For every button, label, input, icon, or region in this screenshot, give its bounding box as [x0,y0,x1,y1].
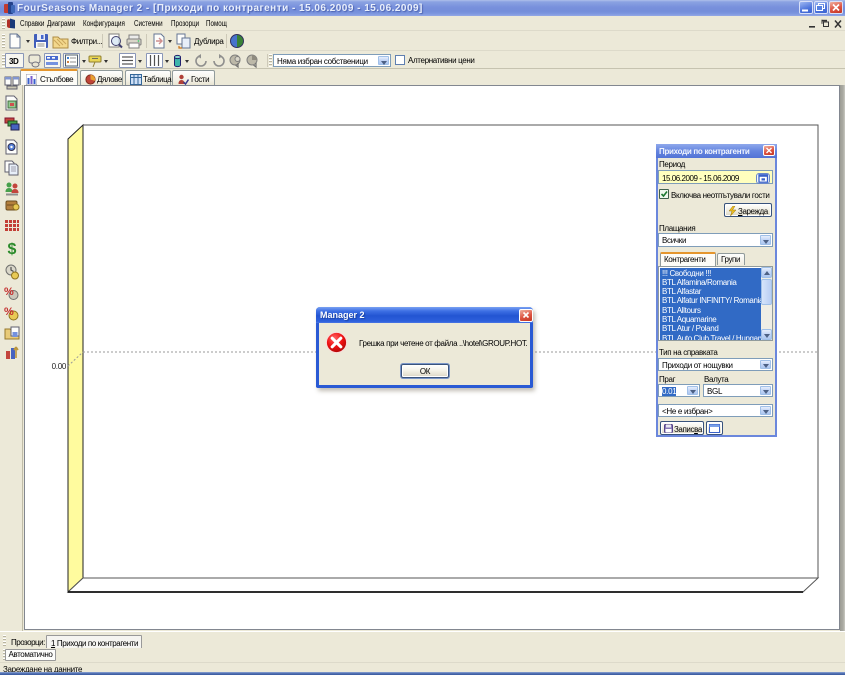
svg-text:%: % [4,306,14,318]
svg-text:0.00: 0.00 [52,362,67,371]
svg-text:%: % [4,286,14,298]
